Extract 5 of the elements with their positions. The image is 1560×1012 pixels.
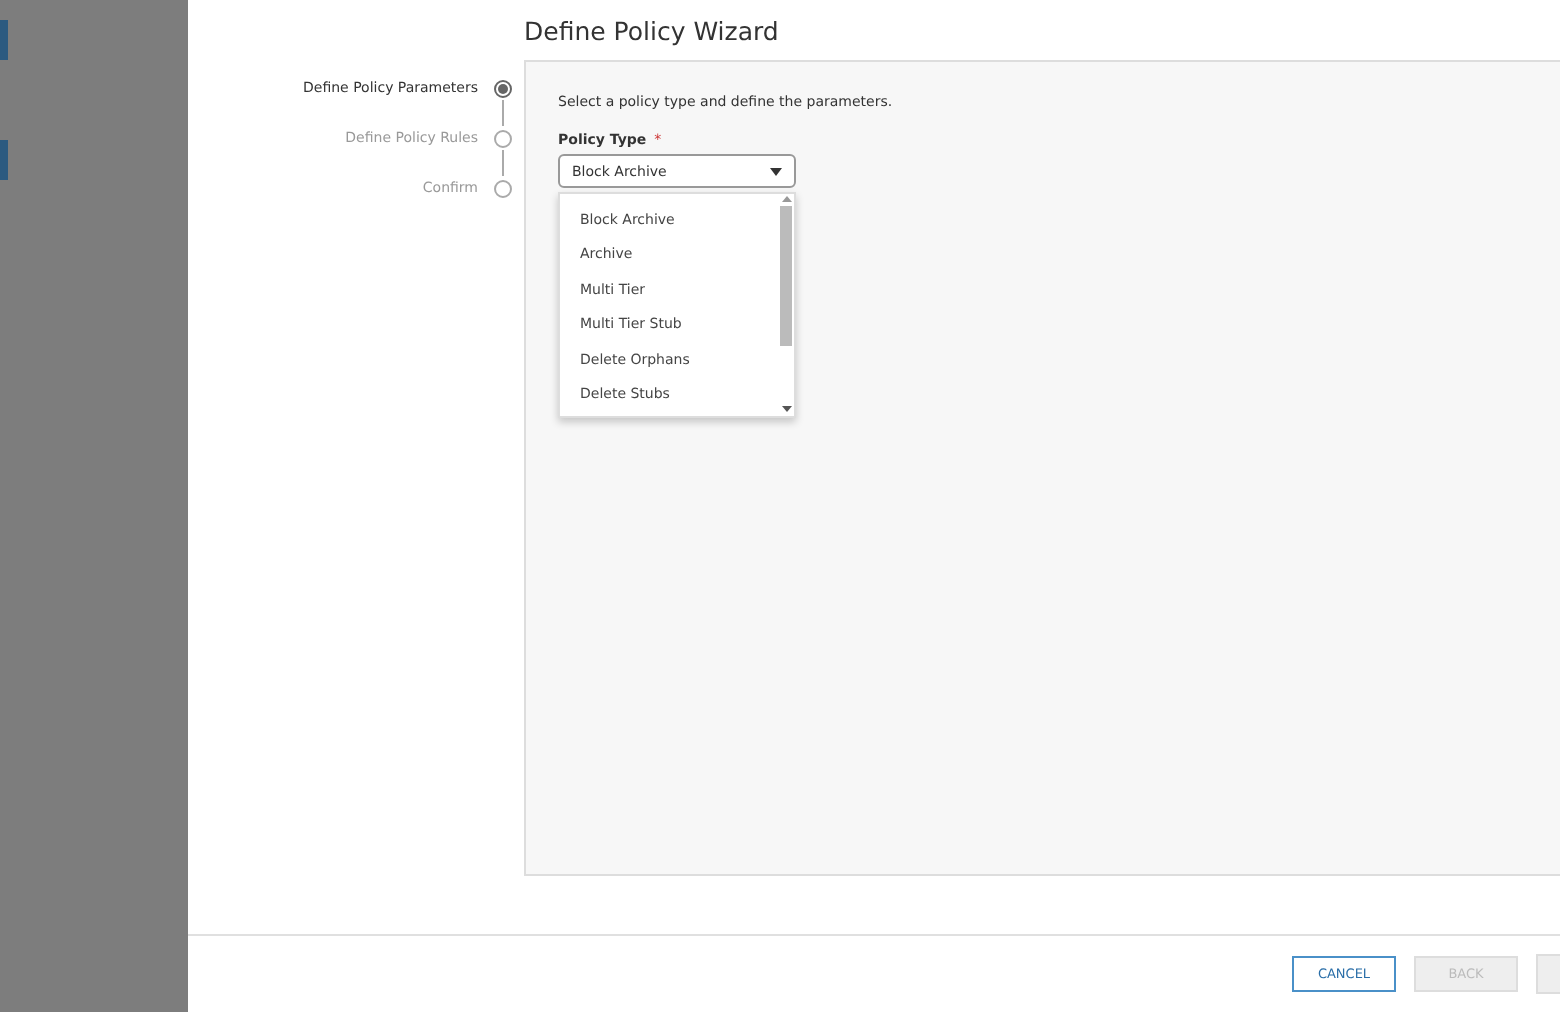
scrollbar[interactable] bbox=[778, 194, 794, 416]
wizard-title: Define Policy Wizard bbox=[524, 14, 781, 50]
scroll-down-icon[interactable] bbox=[781, 404, 791, 416]
caret-icon bbox=[770, 167, 782, 175]
scroll-up-icon[interactable] bbox=[781, 194, 791, 206]
